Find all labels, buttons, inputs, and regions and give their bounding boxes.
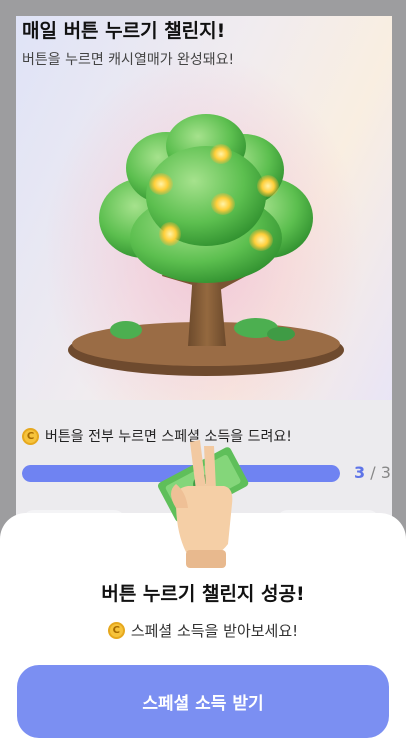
hand-holding-money-icon: $ xyxy=(158,440,249,568)
hero-section: 매일 버튼 누르기 챌린지! 버튼을 누르면 캐시열매가 완성돼요! xyxy=(16,16,392,400)
success-subtitle-row: C 스페셜 소득을 받아보세요! xyxy=(0,620,406,641)
success-title: 버튼 누르기 챌린지 성공! xyxy=(101,583,305,605)
page-title: 매일 버튼 누르기 챌린지! xyxy=(22,20,226,42)
progress-total: / 3 xyxy=(370,463,391,482)
coin-icon: C xyxy=(107,622,125,639)
success-subtitle: 스페셜 소득을 받아보세요! xyxy=(130,622,299,640)
claim-special-reward-button[interactable]: 스페셜 소득 받기 xyxy=(17,665,389,738)
progress-current: 3 xyxy=(354,463,366,482)
money-tree-illustration xyxy=(68,114,344,376)
progress-count: 3 / 3 xyxy=(354,463,391,482)
coin-icon: C xyxy=(22,427,39,445)
page-subtitle: 버튼을 누르면 캐시열매가 완성돼요! xyxy=(22,52,235,68)
